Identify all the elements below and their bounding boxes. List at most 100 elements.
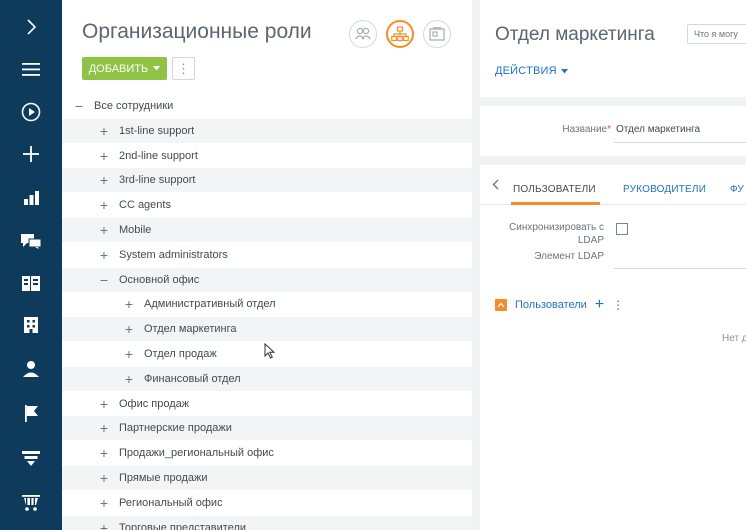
users-view-button[interactable]	[349, 20, 377, 48]
users-menu-icon[interactable]: ⋮	[612, 298, 624, 312]
tree-row-label: CC agents	[119, 199, 171, 212]
ldap-element-label: Элемент LDAP	[534, 251, 604, 262]
tree-row[interactable]: + Mobile	[62, 218, 472, 242]
left-nav-bar	[0, 0, 62, 530]
tab-managers[interactable]: РУКОВОДИТЕЛИ	[623, 184, 706, 195]
user-icon[interactable]	[0, 348, 62, 390]
expand-icon[interactable]: +	[122, 371, 136, 387]
add-button-label: ДОБАВИТЬ	[88, 62, 149, 75]
tab-users[interactable]: ПОЛЬЗОВАТЕЛИ	[513, 184, 596, 195]
tree-row[interactable]: + Офис продаж	[62, 392, 472, 416]
detail-body: ПОЛЬЗОВАТЕЛИ РУКОВОДИТЕЛИ ФУ Синхронизир…	[480, 165, 746, 530]
chevron-right-icon[interactable]	[0, 6, 62, 48]
tree-row-label: 3rd-line support	[119, 174, 196, 187]
expand-icon[interactable]: +	[97, 396, 111, 412]
tree-row[interactable]: + Финансовый отдел	[62, 366, 472, 391]
expand-icon[interactable]: +	[97, 495, 111, 511]
tree-row-label: Торговые представители	[119, 521, 247, 530]
actions-button[interactable]: ДЕЙСТВИЯ	[495, 65, 568, 77]
detail-header: Отдел маркетинга Что я могу ДЕЙСТВИЯ	[480, 0, 746, 97]
ldap-element-field[interactable]	[614, 268, 746, 269]
tab-bar: ПОЛЬЗОВАТЕЛИ РУКОВОДИТЕЛИ ФУ	[480, 165, 746, 205]
actions-label: ДЕЙСТВИЯ	[495, 65, 557, 77]
expand-icon[interactable]: +	[97, 420, 111, 436]
tree-row-label: Продажи_региональный офис	[119, 447, 274, 460]
plus-icon[interactable]	[0, 133, 62, 175]
name-field-underline	[614, 142, 746, 143]
tree-row[interactable]: + System administrators	[62, 243, 472, 267]
collapse-users-icon[interactable]	[495, 299, 507, 311]
expand-icon[interactable]: +	[97, 470, 111, 486]
collapse-icon[interactable]: −	[72, 98, 86, 114]
ldap-sync-label: Синхронизировать с LDAP	[509, 222, 604, 246]
tabs-scroll-left-icon[interactable]	[492, 179, 499, 193]
mouse-cursor-icon	[264, 343, 276, 359]
page-title: Организационные роли	[82, 20, 312, 43]
tree-row-label: Mobile	[119, 224, 152, 236]
tree-row-label: 2nd-line support	[119, 149, 198, 162]
help-search-input[interactable]: Что я могу	[687, 24, 746, 44]
menu-icon[interactable]	[0, 48, 62, 90]
contacts-icon[interactable]	[0, 262, 62, 304]
expand-icon[interactable]: +	[97, 172, 111, 188]
funnel-icon[interactable]	[0, 437, 62, 479]
tree-row[interactable]: +2nd-line support	[62, 144, 472, 168]
expand-icon[interactable]: +	[97, 247, 111, 263]
ldap-sync-checkbox[interactable]	[616, 223, 628, 235]
expand-icon[interactable]: +	[97, 123, 111, 139]
expand-icon[interactable]: +	[97, 148, 111, 164]
tree-row[interactable]: +1st-line support	[62, 118, 472, 143]
expand-icon[interactable]: +	[122, 296, 136, 312]
tree-row[interactable]: − Все сотрудники	[62, 94, 472, 118]
bar-chart-icon[interactable]	[0, 177, 62, 219]
expand-icon[interactable]: +	[97, 520, 111, 530]
tree-row[interactable]: + Отдел маркетинга	[62, 317, 472, 342]
tree-row-label: Административный отдел	[144, 298, 276, 311]
tree-row[interactable]: + CC agents	[62, 193, 472, 217]
expand-icon[interactable]: +	[97, 197, 111, 213]
tab-functional-roles[interactable]: ФУ	[730, 184, 744, 195]
tree-row[interactable]: + Прямые продажи	[62, 466, 472, 490]
tree-row[interactable]: + Продажи_региональный офис	[62, 441, 472, 465]
caret-down-icon	[153, 66, 161, 71]
name-field[interactable]: Отдел маркетинга	[616, 124, 700, 135]
card-view-button[interactable]	[423, 20, 451, 48]
cart-icon[interactable]	[0, 482, 62, 524]
org-roles-panel: Организационные роли ДОБАВИТЬ ⋮ − Все сот…	[62, 0, 472, 530]
expand-icon[interactable]: +	[97, 445, 111, 461]
users-detail-header: Пользователи + ⋮	[495, 297, 624, 313]
tree-row[interactable]: + Региональный офис	[62, 491, 472, 515]
chat-icon[interactable]	[0, 220, 62, 262]
active-tab-indicator	[511, 202, 600, 205]
building-icon[interactable]	[0, 304, 62, 346]
tree-row[interactable]: − Основной офис	[62, 267, 472, 292]
tree-row-label: Партнерские продажи	[119, 422, 232, 435]
tree-row[interactable]: + Партнерские продажи	[62, 416, 472, 441]
add-user-icon[interactable]: +	[595, 297, 604, 313]
name-field-section: Название* Отдел маркетинга	[480, 106, 746, 156]
collapse-icon[interactable]: −	[97, 272, 111, 288]
expand-icon[interactable]: +	[122, 346, 136, 362]
tree-row[interactable]: + Торговые представители	[62, 515, 472, 530]
tree-row[interactable]: +3rd-line support	[62, 168, 472, 193]
users-view-icon	[355, 27, 371, 40]
add-button[interactable]: ДОБАВИТЬ	[82, 57, 167, 80]
org-chart-view-button[interactable]	[386, 20, 414, 48]
caret-down-icon	[560, 68, 568, 73]
tree-row[interactable]: + Административный отдел	[62, 292, 472, 316]
tree-row-label: Отдел продаж	[144, 348, 217, 360]
tree-row-label: 1st-line support	[119, 124, 195, 137]
org-chart-view-icon	[391, 26, 409, 42]
card-view-icon	[429, 27, 445, 41]
tree-row-label: Отдел маркетинга	[144, 323, 237, 336]
name-field-label: Название*	[562, 124, 611, 135]
flag-icon[interactable]	[0, 392, 62, 434]
tree-row-label: Прямые продажи	[119, 472, 208, 484]
detail-title: Отдел маркетинга	[495, 24, 655, 45]
tree-row-label: Финансовый отдел	[144, 372, 241, 385]
more-options-button[interactable]: ⋮	[172, 57, 195, 80]
play-icon[interactable]	[0, 91, 62, 133]
tree-row-label: System administrators	[119, 248, 228, 261]
expand-icon[interactable]: +	[97, 222, 111, 238]
expand-icon[interactable]: +	[122, 321, 136, 337]
